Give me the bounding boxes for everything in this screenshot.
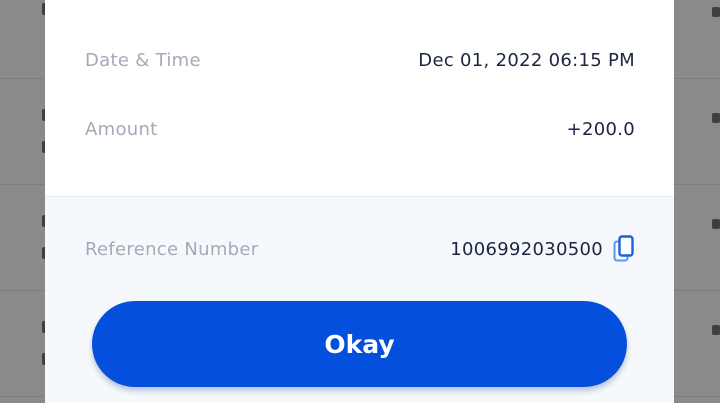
okay-button[interactable]: Okay	[92, 301, 627, 387]
screen: Date & Time Dec 01, 2022 06:15 PM Amount…	[0, 0, 720, 403]
background-text-fragment	[712, 7, 720, 17]
reference-number-label: Reference Number	[85, 238, 259, 260]
reference-section: Reference Number 1006992030500 Okay	[45, 196, 674, 403]
background-text-fragment	[712, 219, 720, 229]
transaction-details-section: Date & Time Dec 01, 2022 06:15 PM Amount…	[45, 0, 674, 196]
reference-number-group: 1006992030500	[450, 235, 635, 263]
amount-value: +200.0	[566, 118, 635, 140]
amount-row: Amount +200.0	[85, 116, 635, 142]
date-time-value: Dec 01, 2022 06:15 PM	[418, 49, 635, 71]
copy-icon[interactable]	[613, 235, 635, 263]
reference-number-value: 1006992030500	[450, 238, 603, 260]
date-time-row: Date & Time Dec 01, 2022 06:15 PM	[85, 47, 635, 73]
reference-number-row: Reference Number 1006992030500	[85, 233, 635, 265]
amount-label: Amount	[85, 118, 158, 140]
background-text-fragment	[712, 325, 720, 335]
background-text-fragment	[712, 113, 720, 123]
date-time-label: Date & Time	[85, 49, 201, 71]
transaction-details-sheet: Date & Time Dec 01, 2022 06:15 PM Amount…	[45, 0, 674, 403]
